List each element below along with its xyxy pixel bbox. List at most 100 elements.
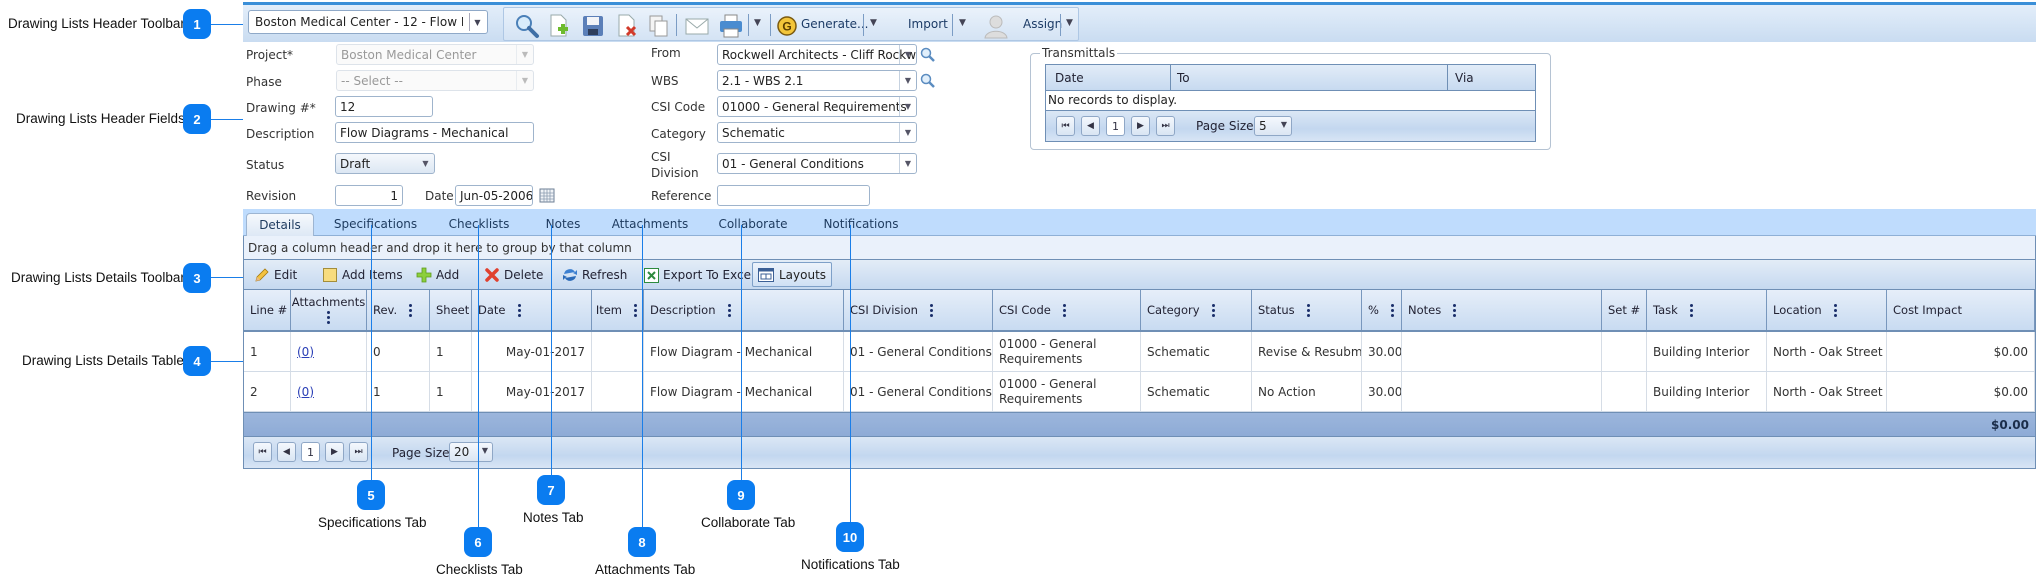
description-input[interactable]: Flow Diagrams - Mechanical [335, 122, 534, 143]
column-menu-icon[interactable] [517, 302, 522, 319]
page-size-select[interactable]: 20 ▼ [449, 442, 493, 462]
column-header-task[interactable]: Task [1647, 290, 1767, 330]
attachments-link[interactable]: (0) [297, 385, 314, 399]
export-excel-button[interactable]: Export To Excel [644, 266, 754, 284]
table-row[interactable]: 1 (0) 0 1 May-01-2017 Flow Diagram - Mechanic… [244, 332, 2035, 372]
user-icon[interactable] [983, 13, 1009, 39]
column-header-set-no[interactable]: Set # [1602, 290, 1647, 330]
tab-notifications[interactable]: Notifications [806, 213, 916, 236]
print-icon[interactable] [718, 13, 744, 39]
tab-notes[interactable]: Notes [528, 213, 598, 236]
next-page-icon[interactable]: ▶ [325, 442, 344, 462]
add-button[interactable]: Add [416, 266, 459, 284]
last-page-icon[interactable]: ⏭ [349, 442, 368, 462]
reference-input[interactable] [717, 185, 870, 206]
prev-page-icon[interactable]: ◀ [277, 442, 296, 462]
column-menu-icon[interactable] [727, 302, 732, 319]
column-menu-icon[interactable] [634, 302, 637, 319]
group-by-panel[interactable]: Drag a column header and drop it here to… [244, 236, 2035, 260]
delete-document-icon[interactable] [614, 13, 640, 39]
page-number-button[interactable]: 1 [301, 442, 320, 462]
import-button[interactable]: Import [908, 17, 948, 31]
transmittals-col-date[interactable]: Date [1055, 71, 1084, 85]
column-menu-icon[interactable] [1689, 302, 1694, 319]
column-header-item[interactable]: Item [592, 290, 644, 330]
from-select[interactable]: Rockwell Architects - Cliff Rockwe ▼ [717, 44, 917, 65]
search-icon[interactable] [514, 13, 540, 39]
column-header-sheet[interactable]: Sheet [430, 290, 472, 330]
column-header-description[interactable]: Description [644, 290, 844, 330]
drawing-no-input[interactable]: 12 [335, 96, 433, 117]
column-menu-icon[interactable] [929, 302, 934, 319]
email-icon[interactable] [684, 13, 710, 39]
assign-dropdown-chevron-icon[interactable]: ▼ [1066, 18, 1073, 28]
category-select[interactable]: Schematic ▼ [717, 122, 917, 143]
column-header-location[interactable]: Location [1767, 290, 1887, 330]
record-select[interactable]: Boston Medical Center - 12 - Flow Diagr … [248, 10, 488, 34]
import-dropdown-chevron-icon[interactable]: ▼ [959, 18, 966, 28]
column-header-date[interactable]: Date [472, 290, 592, 330]
attachments-link[interactable]: (0) [297, 345, 314, 359]
column-header-notes[interactable]: Notes [1402, 290, 1602, 330]
tab-specifications[interactable]: Specifications [323, 213, 428, 236]
column-header-attachments[interactable]: Attachments [291, 290, 367, 330]
wbs-select[interactable]: 2.1 - WBS 2.1 ▼ [717, 70, 917, 91]
layouts-button[interactable]: Layouts [752, 262, 832, 287]
project-select[interactable]: Boston Medical Center ▼ [336, 44, 534, 65]
table-row[interactable]: 2 (0) 1 1 May-01-2017 Flow Diagram - Mechanic… [244, 372, 2035, 412]
tab-checklists[interactable]: Checklists [434, 213, 524, 236]
csi-division-select[interactable]: 01 - General Conditions ▼ [717, 153, 917, 174]
column-menu-icon[interactable] [1211, 302, 1216, 319]
tab-details[interactable]: Details [246, 213, 314, 236]
column-menu-icon[interactable] [1390, 302, 1395, 319]
from-lookup-search-icon[interactable] [920, 47, 936, 63]
page-size-select[interactable]: 5 ▼ [1254, 116, 1292, 136]
chevron-down-icon[interactable]: ▼ [469, 13, 485, 31]
phase-select[interactable]: -- Select -- ▼ [336, 70, 534, 91]
transmittals-col-to[interactable]: To [1177, 71, 1190, 85]
status-select[interactable]: Draft ▼ [335, 153, 435, 174]
generate-dropdown-chevron-icon[interactable]: ▼ [870, 18, 877, 28]
column-header-percent[interactable]: % [1362, 290, 1402, 330]
csi-code-select[interactable]: 01000 - General Requirements ▼ [717, 96, 917, 117]
cell-task: Building Interior [1647, 332, 1767, 371]
last-page-icon[interactable]: ⏭ [1156, 116, 1175, 136]
column-menu-icon[interactable] [1833, 302, 1838, 319]
assign-button[interactable]: Assign [1023, 17, 1062, 31]
print-dropdown-chevron-icon[interactable]: ▼ [754, 18, 761, 28]
column-header-line-no[interactable]: Line # [244, 290, 291, 330]
column-header-status[interactable]: Status [1252, 290, 1362, 330]
delete-button[interactable]: Delete [484, 266, 543, 284]
column-header-csi-code[interactable]: CSI Code [993, 290, 1141, 330]
revision-input[interactable]: 1 [335, 185, 403, 206]
column-menu-icon[interactable] [1062, 302, 1067, 319]
copy-icon[interactable] [646, 13, 672, 39]
next-page-icon[interactable]: ▶ [1131, 116, 1150, 136]
column-menu-icon[interactable] [1453, 302, 1457, 319]
generate-icon[interactable]: G [776, 15, 798, 37]
tab-collaborate[interactable]: Collaborate [703, 213, 803, 236]
refresh-button[interactable]: Refresh [562, 266, 627, 284]
column-divider [1170, 65, 1171, 91]
tab-attachments[interactable]: Attachments [600, 213, 700, 236]
first-page-icon[interactable]: ⏮ [1056, 116, 1075, 136]
column-header-category[interactable]: Category [1141, 290, 1252, 330]
prev-page-icon[interactable]: ◀ [1081, 116, 1100, 136]
column-header-csi-division[interactable]: CSI Division [844, 290, 993, 330]
column-header-rev[interactable]: Rev. [367, 290, 430, 330]
column-menu-icon[interactable] [409, 302, 413, 319]
calendar-icon[interactable] [539, 187, 555, 203]
transmittals-col-via[interactable]: Via [1455, 71, 1474, 85]
add-items-button[interactable]: Add Items [322, 266, 403, 284]
save-icon[interactable] [580, 13, 606, 39]
page-number-button[interactable]: 1 [1106, 116, 1125, 136]
wbs-lookup-search-icon[interactable] [920, 73, 936, 89]
new-document-icon[interactable] [546, 13, 572, 39]
generate-button[interactable]: Generate... [801, 17, 869, 31]
date-input[interactable]: Jun-05-2006 [455, 185, 533, 206]
first-page-icon[interactable]: ⏮ [253, 442, 272, 462]
column-menu-icon[interactable] [1306, 302, 1311, 319]
column-menu-icon[interactable] [326, 309, 331, 326]
column-header-cost-impact[interactable]: Cost Impact [1887, 290, 2035, 330]
edit-button[interactable]: Edit [254, 266, 297, 284]
